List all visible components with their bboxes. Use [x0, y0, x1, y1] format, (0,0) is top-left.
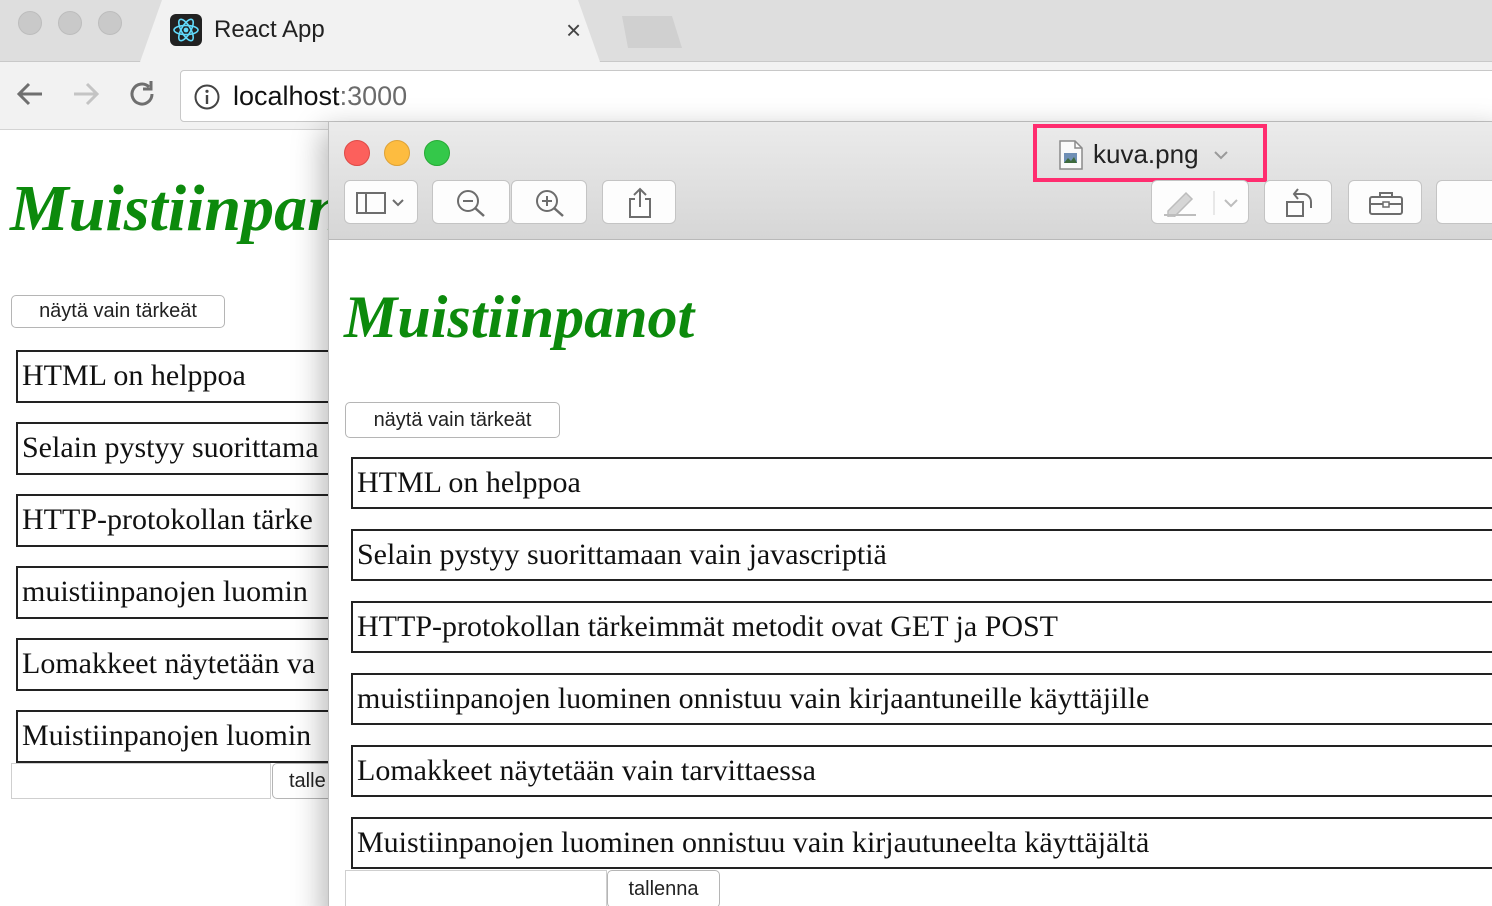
browser-zoom-dot[interactable] [98, 11, 122, 35]
note-item: Selain pystyy suorittama [16, 422, 356, 475]
note-item: muistiinpanojen luomin [16, 566, 356, 619]
zoom-out-button[interactable] [432, 180, 510, 224]
browser-tab-bar: React App × [0, 0, 1492, 62]
browser-close-dot[interactable] [18, 11, 42, 35]
preview-save-button: tallenna [607, 870, 720, 906]
tab-title: React App [214, 16, 325, 43]
share-button[interactable] [602, 180, 676, 224]
preview-note-item: HTML on helppoa [351, 457, 1492, 509]
share-icon [629, 187, 651, 218]
browser-nav-bar: localhost:3000 [0, 62, 1492, 130]
browser-minimize-dot[interactable] [58, 11, 82, 35]
preview-titlebar: kuva.png [329, 122, 1492, 240]
url-host: localhost [233, 81, 340, 111]
zoom-in-icon [536, 190, 564, 217]
rotate-icon [1286, 188, 1312, 217]
new-note-input[interactable] [11, 763, 271, 799]
preview-note-item: Lomakkeet näytetään vain tarvittaessa [351, 745, 1492, 797]
note-item: HTML on helppoa [16, 350, 356, 403]
preview-note-input [345, 870, 607, 906]
preview-filename: kuva.png [1093, 139, 1199, 169]
sidebar-icon [356, 192, 404, 214]
markup-button[interactable] [1151, 180, 1249, 224]
toolbox-button[interactable] [1348, 180, 1422, 224]
show-important-button[interactable]: näytä vain tärkeät [11, 295, 225, 328]
preview-note-item: Selain pystyy suorittamaan vain javascri… [351, 529, 1492, 581]
filename-highlight[interactable]: kuva.png [1033, 124, 1267, 182]
react-icon [170, 14, 202, 46]
browser-tab[interactable] [140, 0, 600, 62]
new-tab-button[interactable] [622, 16, 682, 48]
chevron-down-icon[interactable] [1213, 148, 1229, 160]
note-item: Muistiinpanojen luomin [16, 710, 356, 763]
window-close-button[interactable] [344, 140, 370, 166]
forward-arrow-icon[interactable] [68, 76, 104, 112]
preview-show-important-button: näytä vain tärkeät [345, 402, 560, 438]
note-item: Lomakkeet näytetään va [16, 638, 356, 691]
preview-page-title: Muistiinpanot [344, 284, 695, 350]
preview-note-item: HTTP-protokollan tärkeimmät metodit ovat… [351, 601, 1492, 653]
reload-icon[interactable] [124, 76, 160, 112]
sidebar-toggle-button[interactable] [344, 180, 418, 224]
zoom-in-button[interactable] [511, 180, 587, 224]
search-button[interactable] [1436, 180, 1492, 224]
png-file-icon [1059, 140, 1083, 170]
url-text: localhost:3000 [233, 79, 407, 113]
markup-pen-icon [1164, 191, 1238, 217]
preview-image: Muistiinpanot näytä vain tärkeät HTML on… [329, 241, 1492, 906]
preview-note-item: Muistiinpanojen luominen onnistuu vain k… [351, 817, 1492, 869]
preview-note-item: muistiinpanojen luominen onnistuu vain k… [351, 673, 1492, 725]
preview-window: kuva.png Muistiinpanot näytä vain tärkeä… [328, 122, 1492, 906]
zoom-out-icon [457, 190, 485, 217]
tab-close-icon[interactable]: × [566, 14, 581, 46]
toolbox-icon [1369, 192, 1403, 215]
rotate-button[interactable] [1264, 180, 1332, 224]
back-arrow-icon[interactable] [12, 76, 48, 112]
info-icon[interactable] [193, 83, 221, 111]
window-zoom-button[interactable] [424, 140, 450, 166]
window-minimize-button[interactable] [384, 140, 410, 166]
url-port: :3000 [339, 81, 408, 111]
note-item: HTTP-protokollan tärke [16, 494, 356, 547]
address-bar[interactable]: localhost:3000 [180, 70, 1492, 122]
